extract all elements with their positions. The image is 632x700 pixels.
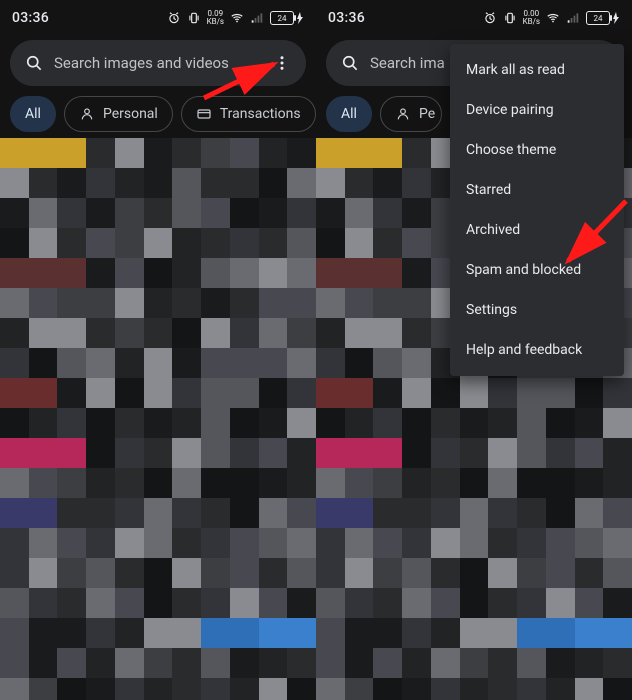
person-icon [395,106,411,122]
signal-icon [566,11,580,25]
chip-label: Pe [419,106,435,122]
alarm-icon [483,11,497,25]
blurred-content [0,138,316,700]
charging-icon [296,12,304,24]
chip-all[interactable]: All [10,96,56,132]
chip-label: All [341,106,357,122]
data-speed: 0.00KB/s [523,10,540,26]
battery-indicator: 24 [586,11,620,25]
conversation-list[interactable] [0,138,316,700]
search-icon [340,53,360,73]
search-icon [24,53,44,73]
filter-chips: All Personal Transactions [0,96,316,142]
menu-mark-all-read[interactable]: Mark all as read [450,50,624,90]
menu-choose-theme[interactable]: Choose theme [450,130,624,170]
alarm-icon [167,11,181,25]
more-vert-icon [273,54,291,72]
menu-settings[interactable]: Settings [450,290,624,330]
overflow-menu: Mark all as read Device pairing Choose t… [450,44,624,376]
chip-label: All [25,106,41,122]
card-icon [196,106,212,122]
clock: 03:36 [328,10,365,26]
vibrate-icon [187,11,201,25]
status-tray: 0.00KB/s 24 [483,10,620,26]
screenshot-left: 03:36 0.09KB/s 24 Search images and vide… [0,0,316,700]
wifi-icon [546,11,560,25]
menu-starred[interactable]: Starred [450,170,624,210]
menu-device-pairing[interactable]: Device pairing [450,90,624,130]
wifi-icon [230,11,244,25]
chip-personal[interactable]: Personal [64,96,173,132]
person-icon [79,106,95,122]
screenshot-right: 03:36 0.00KB/s 24 Search ima All Pe Mark… [316,0,632,700]
menu-help-feedback[interactable]: Help and feedback [450,330,624,370]
vibrate-icon [503,11,517,25]
charging-icon [612,12,620,24]
clock: 03:36 [12,10,49,26]
chip-label: Transactions [220,106,301,122]
status-tray: 0.09KB/s 24 [167,10,304,26]
more-options-button[interactable] [266,47,298,79]
chip-transactions[interactable]: Transactions [181,96,316,132]
menu-archived[interactable]: Archived [450,210,624,250]
signal-icon [250,11,264,25]
data-speed: 0.09KB/s [207,10,224,26]
search-bar[interactable]: Search images and videos [10,40,306,86]
menu-spam-blocked[interactable]: Spam and blocked [450,250,624,290]
chip-label: Personal [103,106,158,122]
chip-personal[interactable]: Pe [380,96,442,132]
search-placeholder: Search images and videos [54,54,266,72]
chip-all[interactable]: All [326,96,372,132]
status-bar: 03:36 0.09KB/s 24 [0,0,316,34]
battery-indicator: 24 [270,11,304,25]
status-bar: 03:36 0.00KB/s 24 [316,0,632,34]
